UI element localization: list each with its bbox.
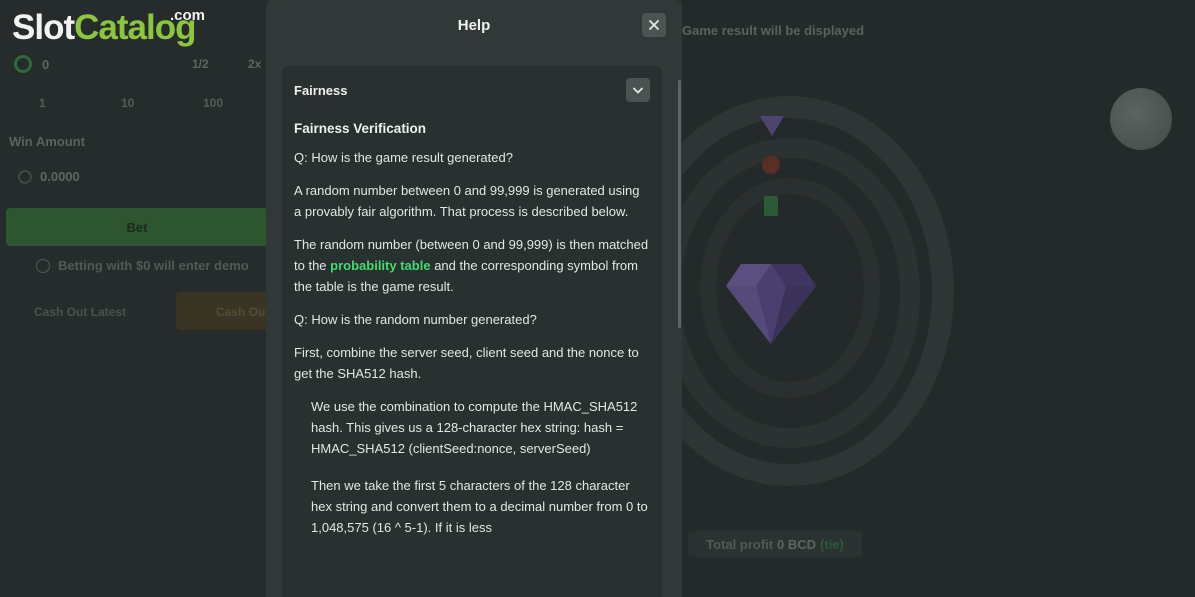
- total-profit-tie: (tie): [820, 536, 844, 552]
- total-profit-label: Total profit: [706, 536, 774, 552]
- total-profit: Total profit 0 BCD (tie): [688, 531, 862, 557]
- total-profit-value: 0 BCD: [777, 536, 817, 552]
- chevron-down-icon: [633, 87, 643, 93]
- paragraph-3: First, combine the server seed, client s…: [294, 345, 639, 381]
- logo-slot-text: Slot: [12, 8, 75, 47]
- ruby-icon: [762, 156, 780, 174]
- question-2: Q: How is the random number generated?: [294, 312, 537, 327]
- win-amount-field: 0.0000: [18, 169, 80, 184]
- fairness-section: Fairness Fairness Verification Q: How is…: [282, 66, 662, 597]
- result-placeholder: Game result will be displayed: [682, 23, 865, 38]
- cash-out-button[interactable]: Cash Ou: [176, 292, 268, 330]
- bet-amount-input[interactable]: 0: [14, 55, 49, 73]
- close-icon: [649, 20, 659, 30]
- question-1: Q: How is the game result generated?: [294, 150, 513, 165]
- demo-note-text: Betting with $0 will enter demo: [58, 258, 249, 273]
- fairness-section-header[interactable]: Fairness: [294, 78, 650, 102]
- paragraph-2: The random number (between 0 and 99,999)…: [294, 234, 650, 297]
- win-amount-value: 0.0000: [40, 169, 80, 184]
- help-content[interactable]: Fairness Fairness Verification Q: How is…: [282, 66, 662, 597]
- diamond-icon: [760, 116, 784, 136]
- quick-amount-10[interactable]: 10: [121, 96, 134, 110]
- bet-amount-value: 0: [42, 56, 50, 72]
- paragraph-1: A random number between 0 and 99,999 is …: [294, 183, 640, 219]
- modal-header: Help: [266, 0, 682, 50]
- section-title: Fairness: [294, 82, 348, 98]
- double-button[interactable]: 2x: [248, 57, 261, 71]
- bet-button[interactable]: Bet: [6, 208, 268, 246]
- scrollbar[interactable]: [678, 80, 681, 328]
- quick-amount-1[interactable]: 1: [39, 96, 46, 110]
- paragraph-4: We use the combination to compute the HM…: [311, 399, 638, 456]
- modal-title: Help: [457, 16, 491, 34]
- coin-icon: [18, 169, 32, 184]
- collapse-button[interactable]: [626, 78, 650, 102]
- cash-out-latest-button[interactable]: Cash Out Latest: [34, 305, 126, 319]
- moon-icon: [1110, 88, 1172, 150]
- half-button[interactable]: 1/2: [192, 57, 209, 71]
- emerald-icon: [764, 196, 778, 216]
- help-modal: Help Fairness Fairness Verification Q: H…: [266, 0, 682, 597]
- probability-table-link[interactable]: probability table: [330, 258, 430, 273]
- quick-amount-100[interactable]: 100: [203, 96, 223, 110]
- close-button[interactable]: [642, 13, 666, 37]
- win-amount-label: Win Amount: [9, 134, 85, 149]
- paragraph-5: Then we take the first 5 characters of t…: [311, 478, 648, 535]
- big-diamond-icon: [726, 264, 816, 344]
- slotcatalog-logo: SlotCatalog .com: [12, 8, 205, 47]
- fairness-verification-heading: Fairness Verification: [294, 121, 427, 136]
- demo-note: Betting with $0 will enter demo: [36, 258, 249, 273]
- coin-icon: [14, 55, 32, 73]
- logo-dotcom-text: .com: [170, 7, 206, 24]
- info-icon: [36, 258, 50, 273]
